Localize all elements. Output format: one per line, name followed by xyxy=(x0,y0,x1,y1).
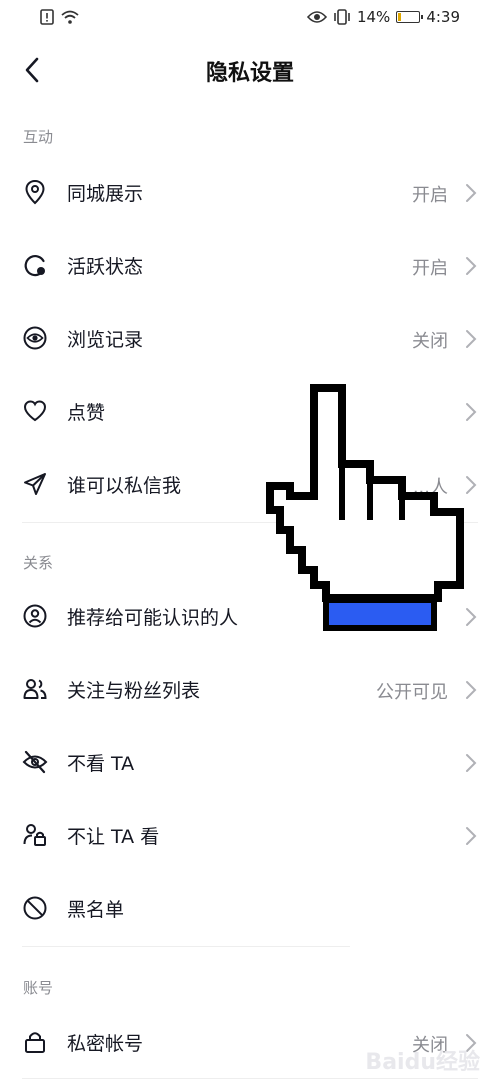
eye-slash-icon xyxy=(22,750,48,774)
row-label: 不看 TA xyxy=(67,753,135,775)
row-label: 点赞 xyxy=(67,402,106,424)
page-title: 隐私设置 xyxy=(205,61,294,86)
row-label: 关注与粉丝列表 xyxy=(67,680,201,702)
row-label: 黑名单 xyxy=(67,899,125,921)
row-label: 私密帐号 xyxy=(67,1033,144,1055)
row-label: 同城展示 xyxy=(67,183,144,205)
activity-status-icon xyxy=(24,255,45,277)
row-hide-from-them[interactable]: 不让 TA 看 xyxy=(0,798,500,871)
row-active-status[interactable]: 活跃状态 开启 xyxy=(0,228,500,301)
status-bar: 14% 4:39 xyxy=(0,0,500,38)
person-circle-icon xyxy=(23,604,47,628)
status-time: 4:39 xyxy=(426,8,460,26)
battery-percent: 14% xyxy=(356,8,391,26)
alert-icon xyxy=(40,9,54,25)
chevron-right-icon xyxy=(466,257,477,275)
wifi-icon xyxy=(61,10,79,24)
row-value: 公开可见 xyxy=(376,682,448,703)
chevron-right-icon xyxy=(466,476,477,494)
row-dont-see-them[interactable]: 不看 TA xyxy=(0,725,500,798)
battery-icon xyxy=(396,11,424,23)
status-left xyxy=(40,9,80,25)
watermark: Baidu经验 xyxy=(365,1050,480,1075)
status-right: 14% 4:39 xyxy=(306,8,460,26)
block-icon xyxy=(23,896,47,920)
header: 隐私设置 xyxy=(0,38,500,102)
section-divider xyxy=(22,1078,478,1079)
chevron-right-icon xyxy=(466,608,477,626)
location-icon xyxy=(25,179,45,205)
row-label: 不让 TA 看 xyxy=(67,826,160,848)
users-icon xyxy=(23,679,47,699)
section-title-relations: 关系 xyxy=(23,554,54,572)
row-value: 关闭 xyxy=(412,331,448,352)
row-label: 推荐给可能认识的人 xyxy=(67,607,239,629)
chevron-right-icon xyxy=(466,681,477,699)
chevron-right-icon xyxy=(466,754,477,772)
section-title-account: 账号 xyxy=(23,979,54,997)
chevron-right-icon xyxy=(466,827,477,845)
section-title-interaction: 互动 xyxy=(23,128,54,146)
person-lock-icon xyxy=(23,824,46,846)
row-following-followers-list[interactable]: 关注与粉丝列表 公开可见 xyxy=(0,652,500,725)
row-blacklist[interactable]: 黑名单 xyxy=(0,871,500,944)
row-value: 开启 xyxy=(412,185,448,206)
vibrate-icon xyxy=(334,9,350,25)
paper-plane-icon xyxy=(24,473,46,495)
section-divider xyxy=(22,946,350,947)
row-label: 浏览记录 xyxy=(67,329,144,351)
row-label: 活跃状态 xyxy=(67,256,144,278)
heart-icon xyxy=(23,400,47,422)
eye-icon xyxy=(23,326,47,350)
chevron-right-icon xyxy=(466,403,477,421)
battery-fill xyxy=(398,13,402,21)
chevron-right-icon xyxy=(466,184,477,202)
hand-cursor-icon xyxy=(266,384,464,631)
row-label: 谁可以私信我 xyxy=(67,475,182,497)
chevron-right-icon xyxy=(466,330,477,348)
row-browse-history[interactable]: 浏览记录 关闭 xyxy=(0,301,500,374)
row-nearby-display[interactable]: 同城展示 开启 xyxy=(0,155,500,228)
eye-comfort-icon xyxy=(306,11,327,23)
row-value: 开启 xyxy=(412,258,448,279)
lock-icon xyxy=(25,1032,45,1053)
